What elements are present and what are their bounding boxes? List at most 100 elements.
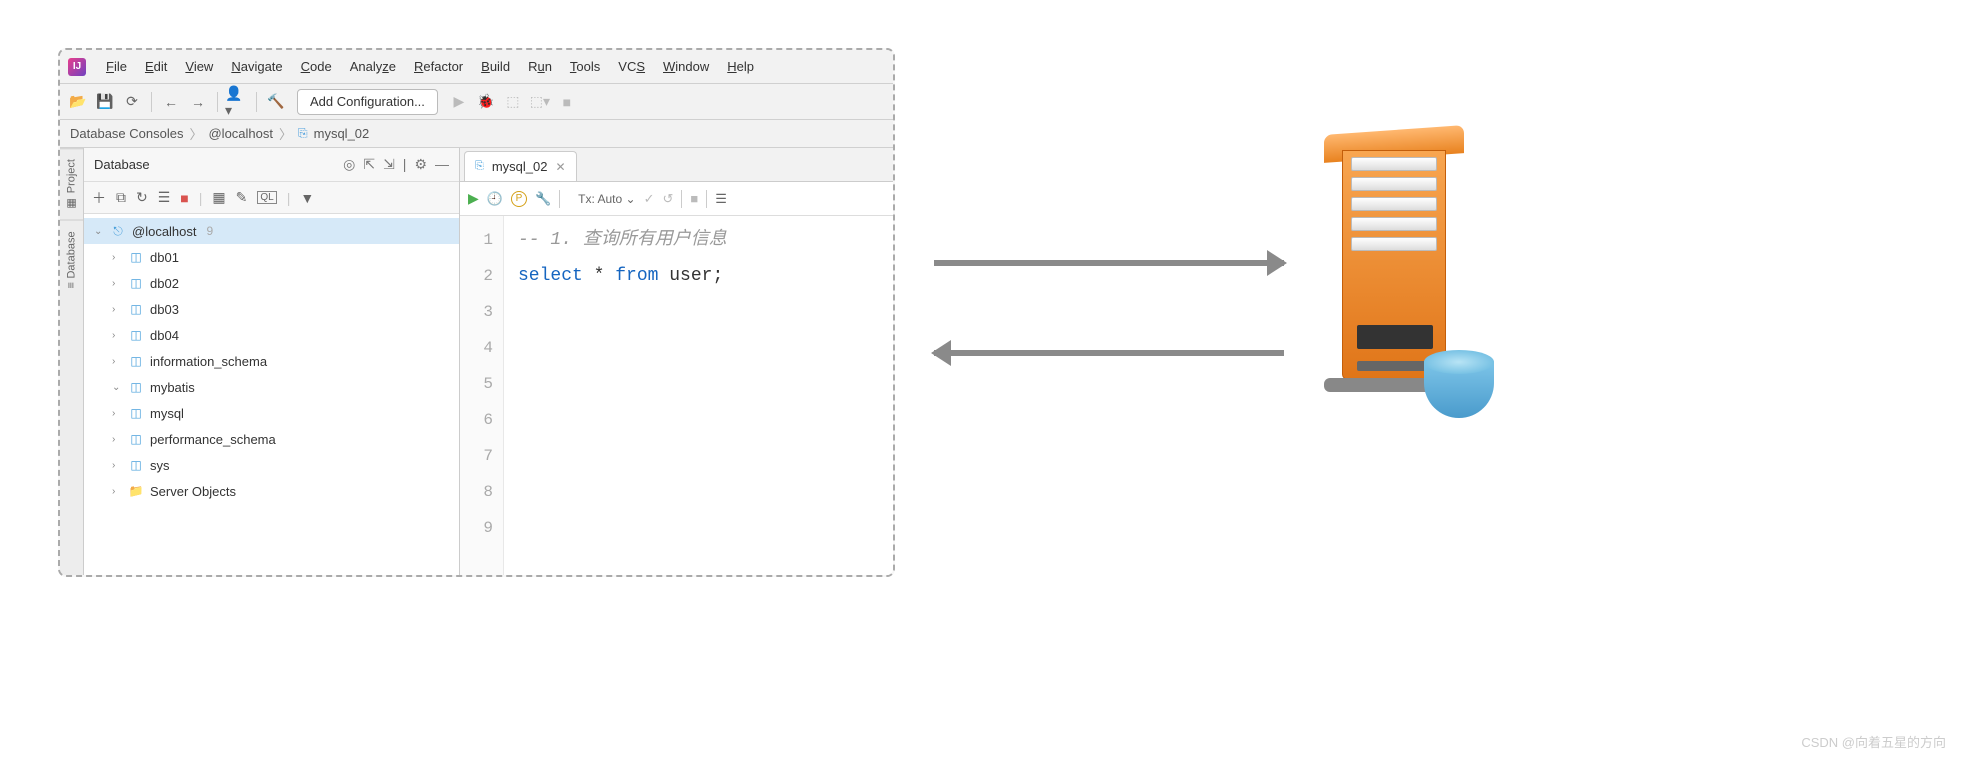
- database-icon: ≡: [66, 282, 78, 288]
- tool-bar: 📂 💾 ⟳ ← → 👤▾ 🔨 Add Configuration... ▶ 🐞 …: [60, 84, 893, 120]
- menu-navigate[interactable]: Navigate: [223, 56, 290, 77]
- tree-label: db04: [150, 328, 179, 343]
- duplicate-icon[interactable]: ⧉: [116, 189, 126, 206]
- menu-edit[interactable]: Edit: [137, 56, 175, 77]
- tree-item-Server Objects[interactable]: ›📁Server Objects: [84, 478, 459, 504]
- menu-vcs[interactable]: VCS: [610, 56, 653, 77]
- tree-label: mysql: [150, 406, 184, 421]
- tree-item-performance_schema[interactable]: ›◫performance_schema: [84, 426, 459, 452]
- tree-item-db01[interactable]: ›◫db01: [84, 244, 459, 270]
- stop-icon[interactable]: ■: [180, 190, 188, 206]
- explain-icon[interactable]: P: [511, 191, 527, 207]
- tree-item-db03[interactable]: ›◫db03: [84, 296, 459, 322]
- separator: [217, 92, 218, 112]
- database-disk-icon: [1424, 350, 1494, 430]
- close-icon[interactable]: ✕: [555, 160, 565, 174]
- build-icon[interactable]: 🔨: [264, 90, 288, 114]
- menu-window[interactable]: Window: [655, 56, 717, 77]
- tree-item-mybatis[interactable]: ⌄ ◫ mybatis: [84, 374, 459, 400]
- debug-icon[interactable]: 🐞: [474, 90, 498, 114]
- schema-icon: ◫: [128, 380, 144, 394]
- side-tab-database[interactable]: ≡ Database: [60, 220, 83, 299]
- tree-item-mysql[interactable]: ›◫mysql: [84, 400, 459, 426]
- coverage-icon[interactable]: ⬚: [501, 90, 525, 114]
- panel-title: Database: [94, 157, 343, 172]
- history-icon[interactable]: 🕘: [487, 191, 503, 207]
- chevron-right-icon: 〉: [279, 124, 292, 143]
- editor-tab-mysql02[interactable]: ⎘ mysql_02 ✕: [464, 151, 577, 181]
- chevron-icon: ⌄: [112, 382, 122, 393]
- expand-icon[interactable]: ⇱: [363, 156, 375, 173]
- separator: [256, 92, 257, 112]
- breadcrumb-item[interactable]: @localhost: [208, 126, 273, 141]
- menu-build[interactable]: Build: [473, 56, 518, 77]
- edit-icon[interactable]: ✎: [236, 189, 248, 206]
- separator: [151, 92, 152, 112]
- code-content[interactable]: -- 1. 查询所有用户信息 select * from user;: [504, 216, 893, 575]
- gear-icon[interactable]: ⚙: [414, 156, 427, 173]
- layout-icon[interactable]: ☰: [715, 191, 727, 207]
- collapse-icon[interactable]: ⇲: [383, 156, 395, 173]
- minimize-icon[interactable]: —: [435, 156, 449, 173]
- add-icon[interactable]: ＋: [92, 188, 106, 208]
- menu-analyze[interactable]: Analyze: [342, 56, 404, 77]
- code-editor[interactable]: 123456789 -- 1. 查询所有用户信息 select * from u…: [460, 216, 893, 575]
- run-icon[interactable]: ▶: [447, 90, 471, 114]
- tree-item-information_schema[interactable]: ›◫information_schema: [84, 348, 459, 374]
- tab-label: mysql_02: [492, 159, 548, 174]
- forward-icon[interactable]: →: [186, 90, 210, 114]
- chevron-icon: ›: [112, 278, 122, 289]
- tx-mode[interactable]: Tx: Auto ⌄: [578, 192, 635, 206]
- refresh-icon[interactable]: ↻: [136, 189, 148, 206]
- datasource-icon: ⎋: [110, 224, 126, 239]
- tree-label: Server Objects: [150, 484, 236, 499]
- rollback-icon[interactable]: ↺: [662, 191, 673, 207]
- chevron-right-icon: 〉: [189, 124, 202, 143]
- separator: [681, 190, 682, 208]
- menu-refactor[interactable]: Refactor: [406, 56, 471, 77]
- editor-toolbar: ▶ 🕘 P 🔧 Tx: Auto ⌄ ✓ ↺ ■ ☰: [460, 182, 893, 216]
- editor-area: ⎘ mysql_02 ✕ ▶ 🕘 P 🔧 Tx: Auto ⌄ ✓ ↺ ■ ☰: [460, 148, 893, 575]
- chevron-icon: ›: [112, 252, 122, 263]
- separator: [706, 190, 707, 208]
- filter-list-icon[interactable]: ☰: [158, 189, 171, 206]
- user-icon[interactable]: 👤▾: [225, 90, 249, 114]
- execute-icon[interactable]: ▶: [468, 190, 479, 207]
- stop-icon[interactable]: ■: [555, 90, 579, 114]
- table-icon[interactable]: ▦: [212, 189, 225, 206]
- settings-icon[interactable]: 🔧: [535, 191, 551, 207]
- back-icon[interactable]: ←: [159, 90, 183, 114]
- run-config-button[interactable]: Add Configuration...: [297, 89, 438, 115]
- main-area: ▦ Project ≡ Database Database ◎ ⇱ ⇲ | ⚙ …: [60, 148, 893, 575]
- breadcrumb-item[interactable]: Database Consoles: [70, 126, 183, 141]
- tree-item-db02[interactable]: ›◫db02: [84, 270, 459, 296]
- save-icon[interactable]: 💾: [93, 90, 117, 114]
- breadcrumb-item[interactable]: mysql_02: [314, 126, 370, 141]
- menu-run[interactable]: Run: [520, 56, 560, 77]
- target-icon[interactable]: ◎: [343, 156, 355, 173]
- profiler-icon[interactable]: ⬚▾: [528, 90, 552, 114]
- arrow-request: [934, 260, 1284, 266]
- schema-icon: ◫: [128, 302, 144, 316]
- filter-icon[interactable]: ▼: [300, 190, 314, 206]
- stop-icon[interactable]: ■: [690, 191, 698, 206]
- chevron-icon: ›: [112, 486, 122, 497]
- menu-help[interactable]: Help: [719, 56, 762, 77]
- tree-label: db02: [150, 276, 179, 291]
- menu-code[interactable]: Code: [293, 56, 340, 77]
- sync-icon[interactable]: ⟳: [120, 90, 144, 114]
- panel-toolbar: ＋ ⧉ ↻ ☰ ■ | ▦ ✎ QL | ▼: [84, 182, 459, 214]
- commit-icon[interactable]: ✓: [644, 191, 655, 207]
- menu-tools[interactable]: Tools: [562, 56, 608, 77]
- separator: |: [287, 190, 291, 206]
- tree-root-localhost[interactable]: ⌄ ⎋ @localhost 9: [84, 218, 459, 244]
- tree-item-sys[interactable]: ›◫sys: [84, 452, 459, 478]
- sql-icon[interactable]: QL: [257, 191, 276, 204]
- open-icon[interactable]: 📂: [66, 90, 90, 114]
- menu-view[interactable]: View: [177, 56, 221, 77]
- tree-item-db04[interactable]: ›◫db04: [84, 322, 459, 348]
- menu-file[interactable]: File: [98, 56, 135, 77]
- panel-header: Database ◎ ⇱ ⇲ | ⚙ —: [84, 148, 459, 182]
- tree-label: mybatis: [150, 380, 195, 395]
- side-tab-project[interactable]: ▦ Project: [60, 148, 83, 220]
